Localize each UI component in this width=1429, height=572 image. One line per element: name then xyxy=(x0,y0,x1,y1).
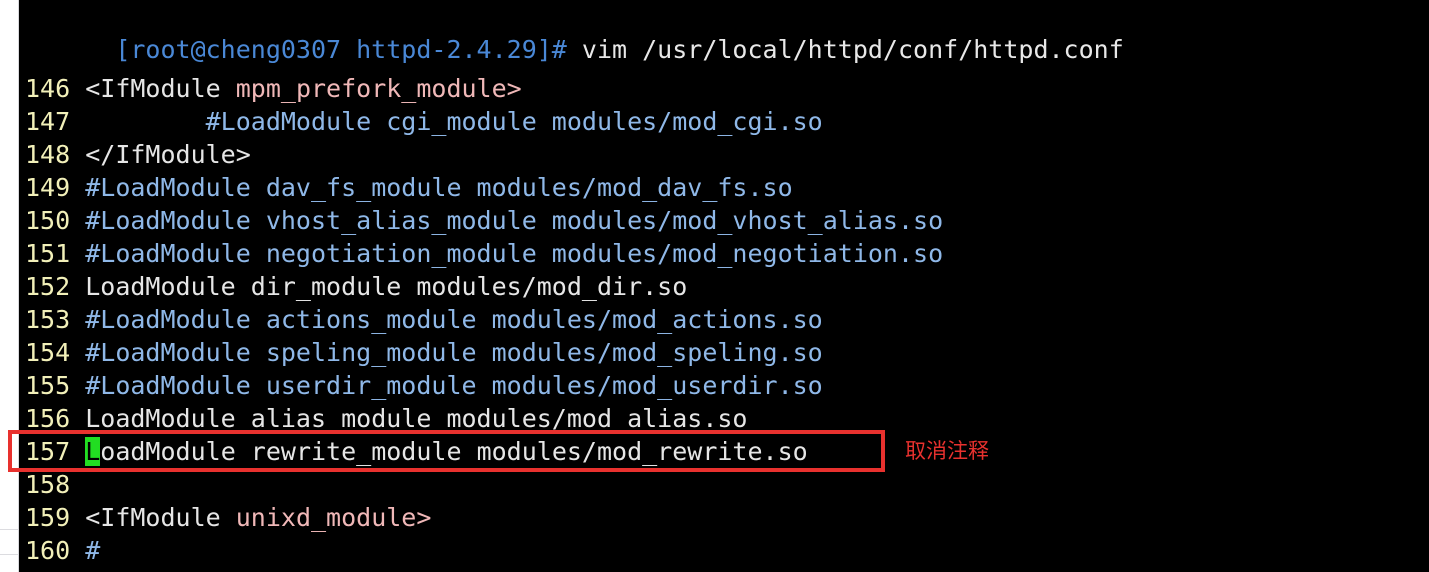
line-number: 154 xyxy=(25,338,71,367)
code-segment: #LoadModule dav_fs_module modules/mod_da… xyxy=(85,173,793,202)
code-segment: #LoadModule actions_module modules/mod_a… xyxy=(85,305,823,334)
editor-line[interactable]: 156 LoadModule alias_module modules/mod_… xyxy=(25,402,747,435)
gutter-gap xyxy=(70,272,85,301)
code-segment: unixd_module> xyxy=(235,503,432,532)
editor-line[interactable]: 149 #LoadModule dav_fs_module modules/mo… xyxy=(25,171,793,204)
gutter-gap xyxy=(70,470,85,499)
frame-divider-2 xyxy=(0,554,19,555)
code-segment: #LoadModule vhost_alias_module modules/m… xyxy=(85,206,944,235)
line-number: 150 xyxy=(25,206,71,235)
editor-line[interactable]: 153 #LoadModule actions_module modules/m… xyxy=(25,303,823,336)
gutter-gap xyxy=(70,305,85,334)
annotation-label: 取消注释 xyxy=(905,439,989,463)
code-segment: LoadModule alias_module modules/mod_alia… xyxy=(85,404,748,433)
line-number: 152 xyxy=(25,272,71,301)
line-number: 153 xyxy=(25,305,71,334)
code-segment: mpm_prefork_module> xyxy=(235,74,522,103)
editor-line[interactable]: 146 <IfModule mpm_prefork_module> xyxy=(25,72,522,105)
gutter-gap xyxy=(70,338,85,367)
line-number: 157 xyxy=(25,437,71,466)
gutter-gap xyxy=(70,206,85,235)
line-number: 147 xyxy=(25,107,71,136)
line-number: 158 xyxy=(25,470,71,499)
gutter-gap xyxy=(70,536,85,565)
gutter-gap xyxy=(70,107,85,136)
editor-line[interactable]: 155 #LoadModule userdir_module modules/m… xyxy=(25,369,823,402)
frame-divider-1 xyxy=(0,529,19,530)
editor-line[interactable]: 160 # xyxy=(25,534,100,567)
gutter-gap xyxy=(70,140,85,169)
terminal-window[interactable]: [root@cheng0307 httpd-2.4.29]# vim /usr/… xyxy=(19,0,1429,572)
window-frame-left-strip xyxy=(0,0,19,572)
editor-line[interactable]: 157 LoadModule rewrite_module modules/mo… xyxy=(25,435,808,468)
line-number: 159 xyxy=(25,503,71,532)
line-number: 148 xyxy=(25,140,71,169)
editor-line[interactable]: 150 #LoadModule vhost_alias_module modul… xyxy=(25,204,943,237)
gutter-gap xyxy=(70,404,85,433)
code-segment: #LoadModule userdir_module modules/mod_u… xyxy=(85,371,823,400)
code-segment: LoadModule dir_module modules/mod_dir.so xyxy=(85,272,688,301)
editor-line[interactable]: 148 </IfModule> xyxy=(25,138,251,171)
code-segment: #LoadModule cgi_module modules/mod_cgi.s… xyxy=(85,107,823,136)
code-segment: # xyxy=(85,536,101,565)
line-number: 151 xyxy=(25,239,71,268)
gutter-gap xyxy=(70,503,85,532)
code-segment: <IfModule xyxy=(85,74,236,103)
gutter-gap xyxy=(70,74,85,103)
gutter-gap xyxy=(70,239,85,268)
line-number: 149 xyxy=(25,173,71,202)
code-segment: <IfModule xyxy=(85,503,236,532)
gutter-gap xyxy=(70,371,85,400)
editor-line[interactable]: 158 xyxy=(25,468,85,501)
shell-prompt-line: [root@cheng0307 httpd-2.4.29]# vim /usr/… xyxy=(25,0,1123,64)
gutter-gap xyxy=(70,173,85,202)
code-segment: oadModule rewrite_module modules/mod_rew… xyxy=(100,437,808,466)
shell-command: vim /usr/local/httpd/conf/httpd.conf xyxy=(566,35,1124,64)
line-number: 156 xyxy=(25,404,71,433)
terminal-screenshot: [root@cheng0307 httpd-2.4.29]# vim /usr/… xyxy=(0,0,1429,572)
line-number: 146 xyxy=(25,74,71,103)
editor-line[interactable]: 151 #LoadModule negotiation_module modul… xyxy=(25,237,943,270)
editor-line[interactable]: 159 <IfModule unixd_module> xyxy=(25,501,431,534)
code-segment: #LoadModule speling_module modules/mod_s… xyxy=(85,338,823,367)
line-number: 155 xyxy=(25,371,71,400)
editor-line[interactable]: 147 #LoadModule cgi_module modules/mod_c… xyxy=(25,105,823,138)
editor-line[interactable]: 152 LoadModule dir_module modules/mod_di… xyxy=(25,270,687,303)
shell-prompt: [root@cheng0307 httpd-2.4.29]# xyxy=(115,35,567,64)
code-segment: </IfModule> xyxy=(85,140,251,169)
editor-line[interactable]: 154 #LoadModule speling_module modules/m… xyxy=(25,336,823,369)
cursor-block: L xyxy=(85,437,101,466)
gutter-gap xyxy=(70,437,85,466)
line-number: 160 xyxy=(25,536,71,565)
code-segment: #LoadModule negotiation_module modules/m… xyxy=(85,239,944,268)
